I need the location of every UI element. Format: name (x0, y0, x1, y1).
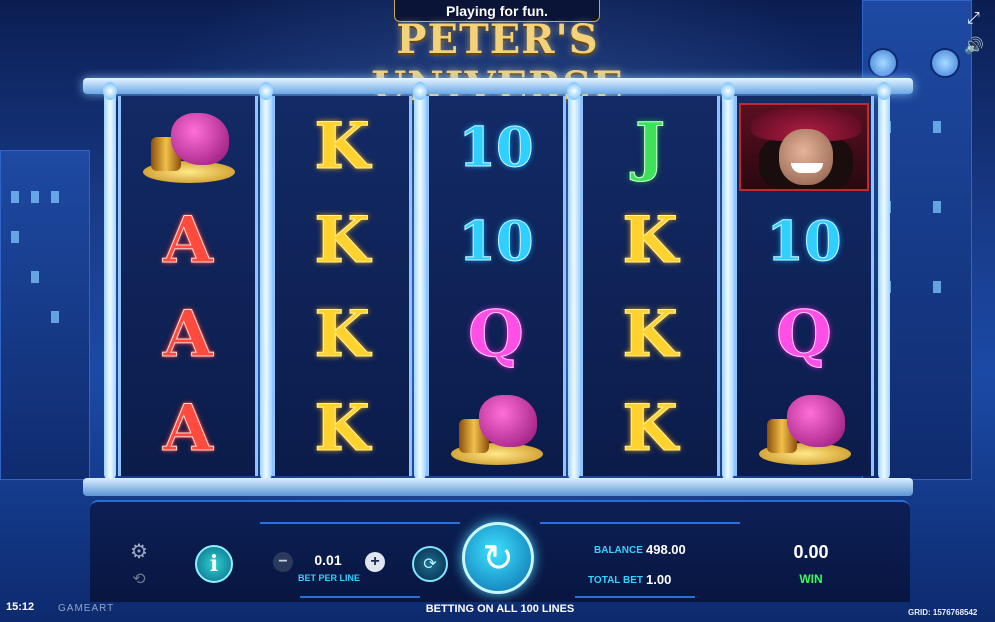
reel-cell: K (583, 382, 717, 476)
reel-cell: A (121, 382, 255, 476)
symbol-k: K (314, 109, 371, 184)
reel-cell: J (583, 100, 717, 194)
reel-cell: A (121, 288, 255, 382)
frame-gem (877, 82, 891, 100)
total-bet-label: TOTAL BET (588, 575, 643, 586)
reel-cell: 10 (737, 194, 871, 288)
win-amount: 0.00 (793, 542, 829, 562)
reel-cell: K (275, 382, 409, 476)
treasure-bag-symbol (441, 389, 551, 469)
reel-frame-top (83, 78, 913, 94)
reel-cell (429, 382, 563, 476)
brand-logo: GAMEART (58, 603, 115, 614)
symbol-a: A (163, 203, 214, 278)
symbol-k: K (622, 203, 679, 278)
symbol-k: K (314, 297, 371, 372)
reel-frame-bottom (83, 478, 913, 496)
fullscreen-icon[interactable]: ⤢ (967, 10, 980, 28)
symbol-q: Q (776, 297, 833, 372)
frame-gem (103, 82, 117, 100)
reel-cell: Q (737, 288, 871, 382)
pillar (722, 88, 734, 480)
pillar (104, 88, 116, 480)
reel-cell: K (275, 194, 409, 288)
circuit-line (300, 596, 420, 598)
bet-per-line-value: 0.01 (314, 552, 342, 568)
info-icon: i (209, 551, 219, 577)
reel-cell: K (275, 100, 409, 194)
info-button[interactable]: i (195, 545, 233, 583)
betting-lines-text: BETTING ON ALL 100 LINES (425, 603, 575, 615)
reel-cell: K (275, 288, 409, 382)
pillar (260, 88, 272, 480)
pillar (414, 88, 426, 480)
symbol-a: A (163, 297, 214, 372)
history-icon[interactable]: ⟲ (128, 568, 150, 590)
spin-arrow-icon: ↻ (482, 537, 514, 580)
circuit-line (540, 522, 740, 524)
increase-bet-button[interactable]: + (365, 552, 385, 572)
autoplay-button[interactable]: ⟳ (412, 546, 448, 582)
balance-value: 498.00 (646, 542, 686, 557)
frame-gem (259, 82, 273, 100)
reel-cell: K (583, 288, 717, 382)
pillar (878, 88, 890, 480)
symbol-10: 10 (458, 115, 534, 179)
win-label: WIN (799, 572, 823, 586)
symbol-j: J (634, 109, 666, 184)
treasure-bag-symbol (749, 389, 859, 469)
reel-cell (737, 100, 871, 194)
symbol-k: K (314, 391, 371, 466)
symbol-k: K (314, 203, 371, 278)
reel-cell: 10 (429, 194, 563, 288)
clock-face-left (868, 48, 898, 78)
reel-cell: A (121, 194, 255, 288)
total-bet-value: 1.00 (646, 572, 672, 587)
reel-cell: K (583, 194, 717, 288)
grid-id: GRID: 1576768542 (908, 608, 978, 617)
left-building (0, 150, 90, 480)
bet-per-line-label: BET PER LINE (297, 573, 360, 583)
autoplay-icon: ⟳ (423, 556, 437, 573)
symbol-10: 10 (458, 209, 534, 273)
balance-label: BALANCE (594, 545, 643, 556)
reel-cell (737, 382, 871, 476)
decrease-bet-button[interactable]: − (273, 552, 293, 572)
circuit-line (575, 596, 695, 598)
circuit-line (260, 522, 460, 524)
reel-cell: Q (429, 288, 563, 382)
pillar (568, 88, 580, 480)
symbol-10: 10 (766, 209, 842, 273)
reel-cell (121, 100, 255, 194)
speaker-icon[interactable]: 🔊 (964, 36, 984, 56)
symbol-a: A (163, 391, 214, 466)
game-title: PETER'S UNIVERSE (371, 16, 622, 110)
clock-face-right (930, 48, 960, 78)
captain-hook-symbol (739, 103, 869, 191)
spin-button[interactable]: ↻ (462, 522, 534, 594)
frame-gem (721, 82, 735, 100)
symbol-k: K (622, 297, 679, 372)
treasure-bag-symbol (133, 107, 243, 187)
frame-gem (413, 82, 427, 100)
gear-icon[interactable]: ⚙ (128, 540, 150, 563)
reel-cell: 10 (429, 100, 563, 194)
symbol-k: K (622, 391, 679, 466)
frame-gem (567, 82, 581, 100)
symbol-q: Q (468, 297, 525, 372)
clock: 15:12 (6, 601, 35, 613)
